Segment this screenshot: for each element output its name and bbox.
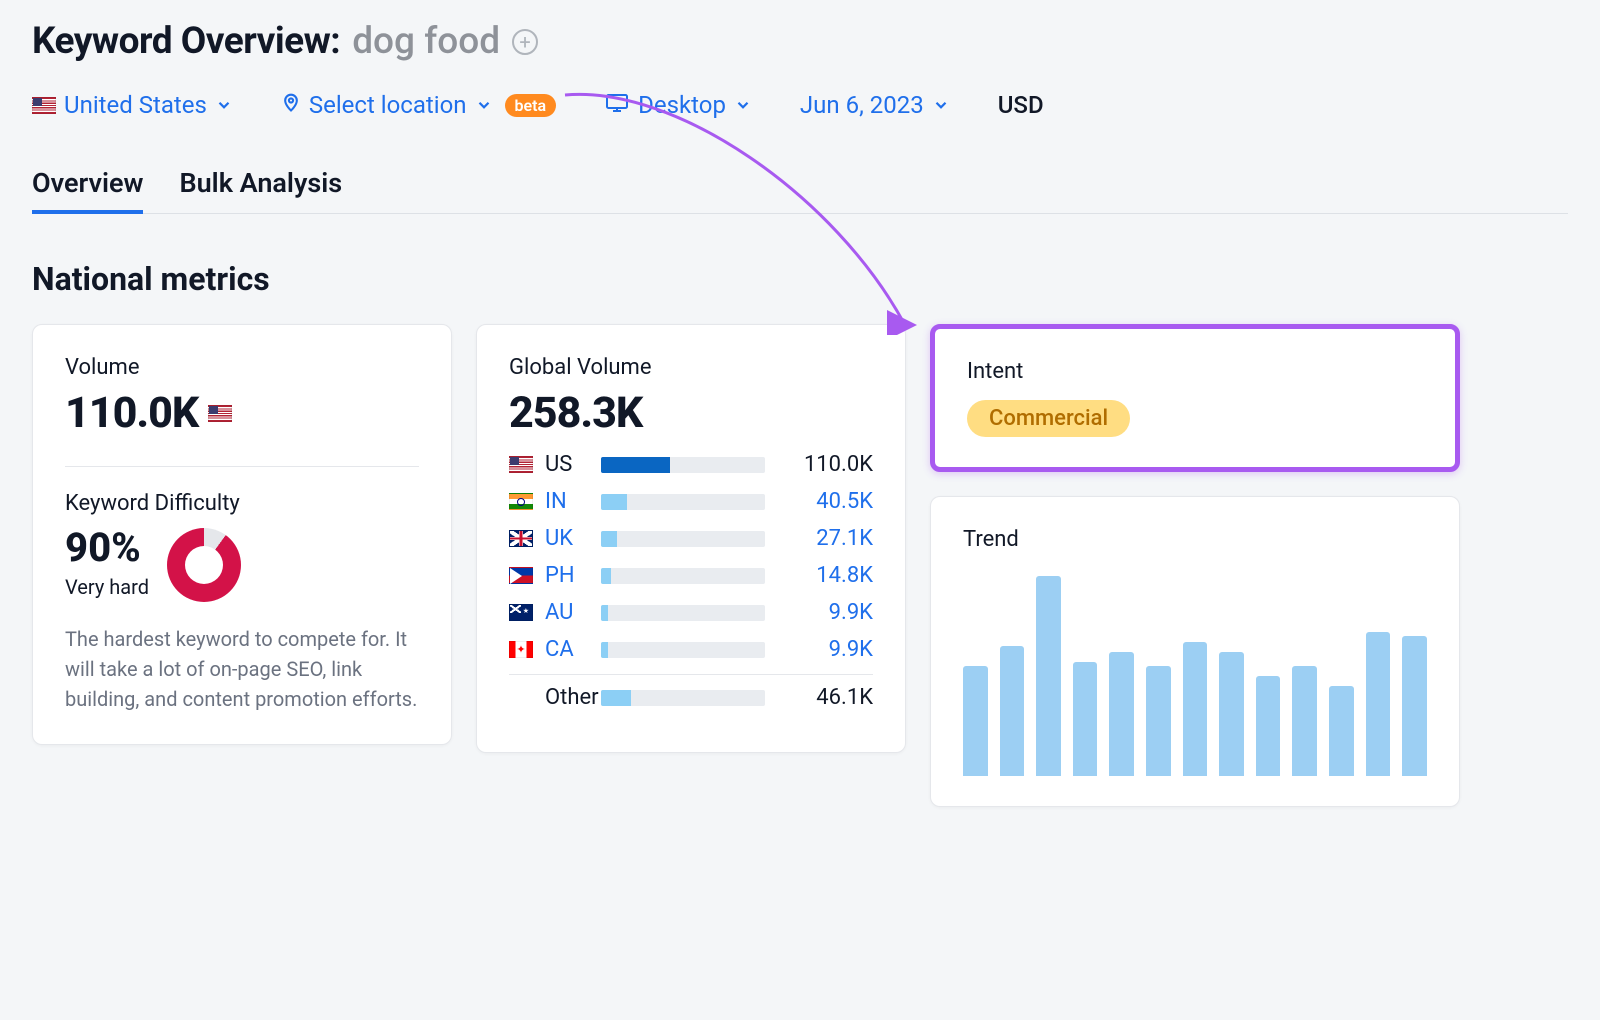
country-link[interactable]: UK xyxy=(545,526,585,551)
country-filter[interactable]: United States xyxy=(32,91,233,119)
page-title-keyword: dog food xyxy=(352,20,500,63)
tabs: Overview Bulk Analysis xyxy=(32,167,1568,214)
flag-us-icon xyxy=(208,405,232,422)
trend-bar-item xyxy=(963,666,988,776)
currency-label: USD xyxy=(998,91,1044,119)
trend-bar-item xyxy=(1183,642,1208,776)
divider xyxy=(65,466,419,467)
country-code: US xyxy=(545,452,585,477)
volume-kd-card: Volume 110.0K Keyword Difficulty 90% Ver… xyxy=(32,324,452,745)
intent-label: Intent xyxy=(967,359,1423,384)
country-value[interactable]: 27.1K xyxy=(781,526,873,551)
trend-bar-item xyxy=(1292,666,1317,776)
country-value[interactable]: 9.9K xyxy=(781,600,873,625)
kd-description: The hardest keyword to compete for. It w… xyxy=(65,624,419,714)
beta-badge: beta xyxy=(505,94,557,117)
country-link[interactable]: IN xyxy=(545,489,585,514)
device-filter-label: Desktop xyxy=(638,91,726,119)
country-row: PH 14.8K xyxy=(509,563,873,588)
flag-ca-icon xyxy=(509,641,533,658)
country-link[interactable]: CA xyxy=(545,637,585,662)
trend-label: Trend xyxy=(963,527,1427,552)
kd-donut-chart xyxy=(167,528,241,602)
trend-bar-item xyxy=(1402,636,1427,776)
volume-bar xyxy=(601,531,765,547)
global-volume-label: Global Volume xyxy=(509,355,873,380)
intent-card: Intent Commercial xyxy=(930,324,1460,472)
flag-in-icon xyxy=(509,493,533,510)
global-volume-other-row: Other 46.1K xyxy=(509,685,873,710)
volume-bar xyxy=(601,642,765,658)
chevron-down-icon xyxy=(215,96,233,114)
country-row: IN 40.5K xyxy=(509,489,873,514)
trend-bar-item xyxy=(1146,666,1171,776)
volume-label: Volume xyxy=(65,355,419,380)
global-volume-value: 258.3K xyxy=(509,388,642,438)
volume-bar xyxy=(601,494,765,510)
location-pin-icon xyxy=(281,91,301,119)
tab-bulk-analysis[interactable]: Bulk Analysis xyxy=(179,167,342,213)
country-row: US 110.0K xyxy=(509,452,873,477)
country-row: CA 9.9K xyxy=(509,637,873,662)
trend-bar-item xyxy=(1256,676,1281,776)
divider xyxy=(509,674,873,675)
trend-bar-item xyxy=(1219,652,1244,776)
add-keyword-button[interactable]: + xyxy=(512,29,538,55)
trend-bar-item xyxy=(1366,632,1391,776)
flag-au-icon xyxy=(509,604,533,621)
volume-bar xyxy=(601,605,765,621)
location-filter-label: Select location xyxy=(309,91,467,119)
country-value[interactable]: 40.5K xyxy=(781,489,873,514)
flag-ph-icon xyxy=(509,567,533,584)
volume-bar xyxy=(601,568,765,584)
location-filter[interactable]: Select location beta xyxy=(281,91,556,119)
country-link[interactable]: PH xyxy=(545,563,585,588)
date-filter-label: Jun 6, 2023 xyxy=(800,91,924,119)
chevron-down-icon xyxy=(932,96,950,114)
flag-uk-icon xyxy=(509,530,533,547)
filters-bar: United States Select location beta Deskt… xyxy=(32,91,1568,119)
country-value[interactable]: 9.9K xyxy=(781,637,873,662)
country-row: AU 9.9K xyxy=(509,600,873,625)
global-volume-card: Global Volume 258.3K US 110.0K IN 40.5K UK 27… xyxy=(476,324,906,753)
other-label: Other xyxy=(545,685,585,710)
intent-value-pill: Commercial xyxy=(967,400,1130,437)
trend-bar-item xyxy=(1329,686,1354,776)
trend-bar-item xyxy=(1073,662,1098,776)
date-filter[interactable]: Jun 6, 2023 xyxy=(800,91,950,119)
chevron-down-icon xyxy=(475,96,493,114)
trend-bar-item xyxy=(1109,652,1134,776)
country-row: UK 27.1K xyxy=(509,526,873,551)
other-bar xyxy=(601,690,765,706)
device-filter[interactable]: Desktop xyxy=(604,91,752,119)
flag-us-icon xyxy=(509,456,533,473)
desktop-icon xyxy=(604,91,630,119)
volume-value: 110.0K xyxy=(65,388,198,438)
section-title: National metrics xyxy=(32,260,1568,298)
trend-bar-item xyxy=(1000,646,1025,776)
flag-us-icon xyxy=(32,97,56,114)
country-value: 110.0K xyxy=(781,452,873,477)
country-link[interactable]: AU xyxy=(545,600,585,625)
trend-bar-chart xyxy=(963,576,1427,776)
kd-percent: 90% xyxy=(65,524,149,571)
chevron-down-icon xyxy=(734,96,752,114)
kd-level: Very hard xyxy=(65,575,149,599)
page-header: Keyword Overview: dog food + United Stat… xyxy=(32,0,1568,214)
kd-label: Keyword Difficulty xyxy=(65,491,419,516)
trend-card: Trend xyxy=(930,496,1460,807)
other-value: 46.1K xyxy=(781,685,873,710)
tab-overview[interactable]: Overview xyxy=(32,167,143,213)
country-value[interactable]: 14.8K xyxy=(781,563,873,588)
volume-bar xyxy=(601,457,765,473)
page-title-label: Keyword Overview: xyxy=(32,20,340,63)
trend-bar-item xyxy=(1036,576,1061,776)
country-filter-label: United States xyxy=(64,91,207,119)
